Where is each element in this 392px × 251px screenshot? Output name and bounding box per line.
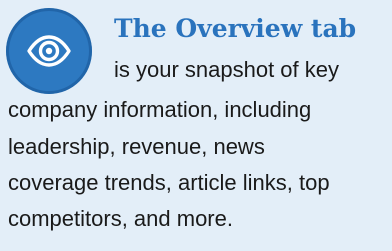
description-line-1: is your snapshot of key	[114, 57, 340, 82]
card-title: The Overview tab	[114, 14, 357, 43]
description-line-5: competitors, and more.	[8, 206, 233, 231]
eye-icon	[6, 8, 92, 94]
info-card: The Overview tab is your snapshot of key…	[0, 0, 392, 251]
description-line-4: coverage trends, article links, top	[8, 170, 330, 195]
description-line-2: company information, including	[8, 97, 312, 122]
description-line-3: leadership, revenue, news	[8, 134, 265, 159]
